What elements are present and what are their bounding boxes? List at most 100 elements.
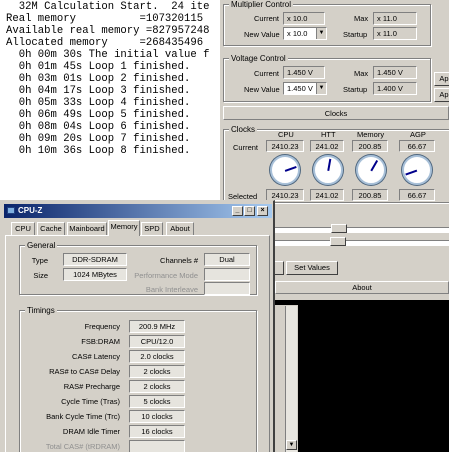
timing-value: 5 clocks [129,395,185,408]
clock-current-agp: 66.67 [399,140,435,152]
log-line: 0h 08m 04s Loop 6 finished. [6,121,191,133]
htt-clock-slider[interactable] [275,240,449,246]
bank-interleave-value [204,282,250,295]
timing-label: Bank Cycle Time (Trc) [46,412,120,421]
desktop-background [272,300,449,452]
set-values-button[interactable]: Set Values [286,261,338,275]
timing-value: 10 clocks [129,410,185,423]
clock-current-label: Current [233,143,259,152]
timing-value: 16 clocks [129,425,185,438]
tab-about-cpuz[interactable]: About [166,222,194,235]
log-line: 32M Calculation Start. 24 ite [6,1,210,13]
timing-label: RAS# to CAS# Delay [49,367,120,376]
log-line: 0h 05m 33s Loop 4 finished. [6,97,191,109]
log-line: 0h 04m 17s Loop 3 finished. [6,85,191,97]
tab-cache[interactable]: Cache [37,222,65,235]
multiplier-startup-field: x 11.0 [373,27,417,40]
voltage-newvalue-label: New Value [244,85,280,94]
multiplier-max-field: x 11.0 [373,12,417,25]
multiplier-startup-label: Startup [343,30,368,39]
clocks-group-title: Clocks [229,125,258,134]
size-value: 1024 MBytes [63,268,127,281]
tab-cpu[interactable]: CPU [11,222,35,235]
vertical-scrollbar[interactable]: ▼ [285,306,297,452]
log-line: 0h 03m 01s Loop 2 finished. [6,73,191,85]
apply-multiplier-button[interactable]: Ap [434,72,449,86]
tab-spd[interactable]: SPD [141,222,163,235]
channels-value: Dual [204,253,250,266]
console-log-window: 32M Calculation Start. 24 ite Real memor… [0,0,220,205]
clock-selected-agp: 66.67 [399,189,435,201]
performance-mode-label: Performance Mode [134,271,198,280]
clock-selected-htt: 241.02 [310,189,344,201]
clock-col-htt: HTT [321,130,336,139]
cpuz-window: CPU-Z _ □ × CPU Cache Mainboard Memory S… [0,200,275,452]
memory-tab-panel: General Type DDR-SDRAM Size 1024 MBytes … [5,235,270,452]
log-line: Allocated memory =268435496 [6,37,204,49]
cpuz-title: CPU-Z [18,206,43,215]
timing-label: FSB:DRAM [81,337,120,346]
bank-interleave-label: Bank Interleave [145,285,198,294]
timing-value [129,440,185,452]
cpuz-app-icon [7,207,15,214]
cpuz-title-bar[interactable]: CPU-Z _ □ × [4,204,272,218]
timing-value: CPU/12.0 [129,335,185,348]
log-line: 0h 09m 20s Loop 7 finished. [6,133,191,145]
size-label: Size [33,271,48,280]
timing-value: 2 clocks [129,365,185,378]
close-icon[interactable]: × [257,206,268,216]
multiplier-newvalue-text: x 10.0 [287,29,308,38]
channels-label: Channels # [160,256,198,265]
voltage-startup-label: Startup [343,85,368,94]
clock-col-agp: AGP [410,130,426,139]
type-label: Type [31,256,48,265]
multiplier-max-label: Max [354,14,369,23]
cpu-clock-gauge-icon [270,155,300,185]
multiplier-newvalue-select[interactable]: x 10.0 ▼ [283,27,327,40]
tab-clocks[interactable]: Clocks [223,106,449,120]
log-line: 0h 00m 30s The initial value f [6,49,210,61]
clock-current-cpu: 2410.23 [266,140,304,152]
memory-clock-gauge-icon [356,155,386,185]
tab-about[interactable]: About [275,281,449,294]
clock-current-memory: 200.85 [352,140,388,152]
timing-value: 200.9 MHz [129,320,185,333]
htt-clock-gauge-icon [313,155,343,185]
maximize-icon[interactable]: □ [244,206,255,216]
clock-col-cpu: CPU [278,130,294,139]
general-group-title: General [25,241,58,250]
timing-label: Cycle Time (Tras) [61,397,120,406]
type-value: DDR-SDRAM [63,253,127,266]
voltage-max-label: Max [354,69,369,78]
multiplier-current-label: Current [254,14,280,23]
log-line: Real memory =107320115 [6,13,204,25]
timing-label: Frequency [84,322,120,331]
chevron-down-icon[interactable]: ▼ [316,28,326,39]
chevron-down-icon[interactable]: ▼ [316,83,326,94]
tab-memory[interactable]: Memory [108,220,140,236]
voltage-group-title: Voltage Control [229,54,288,63]
minimize-icon[interactable]: _ [232,206,243,216]
timings-group-title: Timings [25,306,57,315]
clock-col-memory: Memory [357,130,385,139]
timing-value: 2.0 clocks [129,350,185,363]
multiplier-current-field: x 10.0 [283,12,325,25]
voltage-max-field: 1.450 V [373,66,417,79]
clock-current-htt: 241.02 [310,140,344,152]
timing-label: RAS# Precharge [63,382,120,391]
apply-voltage-button[interactable]: Ap [434,88,449,102]
timing-label: Total CAS# (tRDRAM) [45,442,120,451]
log-line: 0h 06m 49s Loop 5 finished. [6,109,191,121]
tab-mainboard[interactable]: Mainboard [67,222,107,235]
voltage-newvalue-text: 1.450 V [287,84,313,93]
log-line: 0h 10m 36s Loop 8 finished. [6,145,191,157]
htt-clock-slider-thumb[interactable] [330,237,346,246]
log-line: 0h 01m 45s Loop 1 finished. [6,61,191,73]
scroll-down-icon[interactable]: ▼ [286,440,297,450]
cpu-clock-slider-thumb[interactable] [331,224,347,233]
cpu-clock-slider[interactable] [275,227,449,233]
voltage-newvalue-select[interactable]: 1.450 V ▼ [283,82,327,95]
agp-clock-gauge-icon [402,155,432,185]
timing-label: CAS# Latency [72,352,120,361]
clock-option-button[interactable] [274,261,284,275]
